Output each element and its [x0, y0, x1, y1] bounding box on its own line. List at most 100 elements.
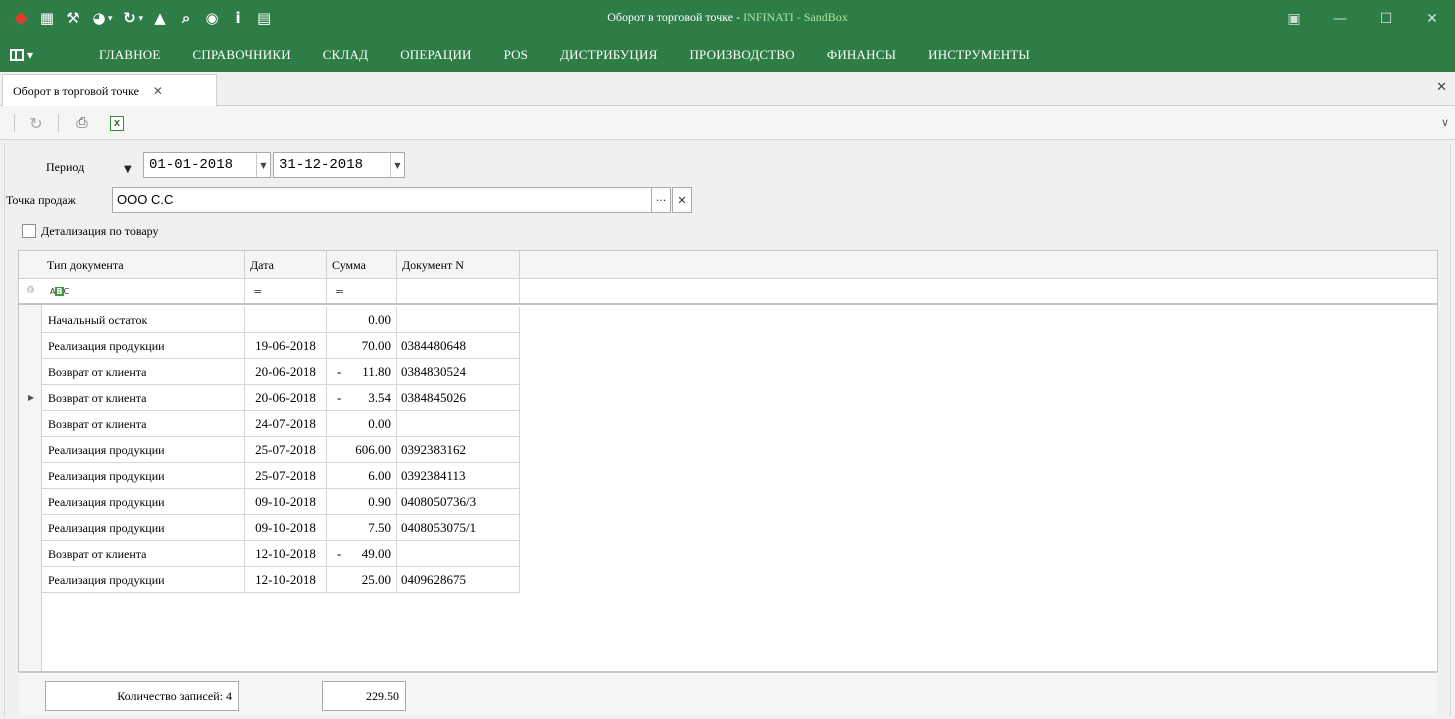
cell-date[interactable]: 25-07-2018 — [245, 437, 327, 462]
menu-item-warehouse[interactable]: СКЛАД — [323, 47, 368, 63]
cell-sum[interactable]: - 49.00 — [327, 541, 397, 566]
cell-date[interactable]: 25-07-2018 — [245, 463, 327, 488]
cell-doc-type[interactable]: Реализация продукции — [42, 489, 245, 514]
minimize-button[interactable]: — — [1317, 0, 1363, 38]
print-icon[interactable]: ⎙ — [72, 113, 92, 133]
table-row[interactable]: Возврат от клиента 24-07-2018 0.00 — [42, 411, 520, 437]
cell-date[interactable]: 20-06-2018 — [245, 359, 327, 384]
table-row[interactable]: Начальный остаток 0.00 — [42, 307, 520, 333]
tab-turnover[interactable]: Оборот в торговой точке ✕ — [2, 74, 217, 107]
cell-doc-number[interactable]: 0408053075/1 — [397, 515, 520, 540]
cell-doc-number[interactable]: 0384830524 — [397, 359, 520, 384]
date-to-dropdown-icon[interactable]: ▼ — [390, 153, 404, 177]
toolbar-separator — [58, 114, 59, 132]
cell-doc-type[interactable]: Возврат от клиента — [42, 541, 245, 566]
cell-date[interactable]: 20-06-2018 — [245, 385, 327, 410]
cell-doc-number[interactable]: 0384845026 — [397, 385, 520, 410]
cell-date[interactable]: 19-06-2018 — [245, 333, 327, 358]
cell-doc-number[interactable] — [397, 411, 520, 436]
grid-footer: Количество записей: 4 229.50 — [19, 672, 1437, 716]
cell-date[interactable]: 09-10-2018 — [245, 515, 327, 540]
restore-layout-button[interactable]: ▣ — [1271, 0, 1317, 38]
toolbar-expand-chevron-icon[interactable]: ∨ — [1441, 116, 1449, 129]
maximize-button[interactable]: ☐ — [1363, 0, 1409, 38]
menu-item-tools[interactable]: ИНСТРУМЕНТЫ — [928, 47, 1030, 63]
cell-date[interactable]: 09-10-2018 — [245, 489, 327, 514]
cell-doc-type[interactable]: Реализация продукции — [42, 333, 245, 358]
cell-sum[interactable]: 606.00 — [327, 437, 397, 462]
table-row[interactable]: Возврат от клиента 12-10-2018- 49.00 — [42, 541, 520, 567]
period-dropdown-icon[interactable]: ▼ — [124, 164, 132, 175]
column-header-doc-number[interactable]: Документ N — [397, 251, 520, 279]
cell-doc-type[interactable]: Реализация продукции — [42, 567, 245, 592]
cell-sum[interactable]: 6.00 — [327, 463, 397, 488]
cell-sum[interactable]: 70.00 — [327, 333, 397, 358]
column-header-doc-type[interactable]: Тип документа — [42, 251, 245, 279]
menu-item-main[interactable]: ГЛАВНОЕ — [99, 47, 161, 63]
table-row[interactable]: Возврат от клиента 20-06-2018- 3.54 0384845… — [42, 385, 520, 411]
date-from-value[interactable]: 01-01-2018 — [144, 157, 256, 173]
cell-doc-type[interactable]: Реализация продукции — [42, 437, 245, 462]
cell-doc-number[interactable]: 0392384113 — [397, 463, 520, 488]
date-from-field[interactable]: 01-01-2018 ▼ — [143, 152, 271, 178]
tab-close-icon[interactable]: ✕ — [153, 84, 163, 98]
cell-sum[interactable]: 0.90 — [327, 489, 397, 514]
column-header-sum[interactable]: Сумма — [327, 251, 397, 279]
table-row[interactable]: Реализация продукции 12-10-2018 25.00 04096… — [42, 567, 520, 593]
cell-doc-type[interactable]: Возврат от клиента — [42, 411, 245, 436]
table-row[interactable]: Реализация продукции 19-06-2018 70.00 03844… — [42, 333, 520, 359]
cell-sum[interactable]: - 11.80 — [327, 359, 397, 384]
cell-doc-type[interactable]: Начальный остаток — [42, 307, 245, 332]
menu-item-references[interactable]: СПРАВОЧНИКИ — [193, 47, 291, 63]
window-title-text: Оборот в торговой точке — [607, 10, 734, 24]
table-row[interactable]: Реализация продукции 25-07-2018 606.00 0392… — [42, 437, 520, 463]
cell-sum[interactable]: 7.50 — [327, 515, 397, 540]
detail-by-product-checkbox[interactable] — [22, 224, 36, 238]
cell-doc-type[interactable]: Реализация продукции — [42, 515, 245, 540]
cell-sum[interactable]: 0.00 — [327, 307, 397, 332]
refresh-data-icon[interactable]: ↻ — [26, 113, 46, 133]
cell-doc-number[interactable]: 0409628675 — [397, 567, 520, 592]
date-from-dropdown-icon[interactable]: ▼ — [256, 153, 270, 177]
column-header-date[interactable]: Дата — [245, 251, 327, 279]
cell-sum[interactable]: 0.00 — [327, 411, 397, 436]
date-to-field[interactable]: 31-12-2018 ▼ — [273, 152, 405, 178]
cell-doc-number[interactable]: 0408050736/3 — [397, 489, 520, 514]
filter-doc-type[interactable]: ABC — [42, 279, 245, 303]
cell-sum-value: 0.00 — [368, 416, 391, 431]
cell-doc-number[interactable]: 0384480648 — [397, 333, 520, 358]
cell-date[interactable]: 24-07-2018 — [245, 411, 327, 436]
point-of-sale-input[interactable]: ООО С.С — [112, 187, 652, 213]
menu-item-pos[interactable]: POS — [504, 47, 528, 63]
cell-date[interactable] — [245, 307, 327, 332]
menu-item-distribution[interactable]: ДИСТРИБУЦИЯ — [560, 47, 657, 63]
excel-export-icon[interactable] — [110, 116, 124, 131]
menu-toggle-button[interactable]: ▾ — [10, 46, 50, 64]
table-row[interactable]: Реализация продукции 09-10-2018 7.50 040805… — [42, 515, 520, 541]
cell-date[interactable]: 12-10-2018 — [245, 541, 327, 566]
browse-point-button[interactable]: ··· — [651, 187, 671, 213]
table-row[interactable]: Возврат от клиента 20-06-2018- 11.80 038483… — [42, 359, 520, 385]
date-to-value[interactable]: 31-12-2018 — [274, 157, 390, 173]
cell-date[interactable]: 12-10-2018 — [245, 567, 327, 592]
cell-sum[interactable]: - 3.54 — [327, 385, 397, 410]
menu-item-production[interactable]: ПРОИЗВОДСТВО — [689, 47, 794, 63]
filter-sum[interactable]: = — [327, 279, 397, 303]
cell-doc-number[interactable]: 0392383162 — [397, 437, 520, 462]
menu-item-finance[interactable]: ФИНАНСЫ — [827, 47, 896, 63]
filter-date[interactable]: = — [245, 279, 327, 303]
menu-item-operations[interactable]: ОПЕРАЦИИ — [400, 47, 471, 63]
cell-doc-type[interactable]: Реализация продукции — [42, 463, 245, 488]
close-all-tabs-icon[interactable]: ✕ — [1436, 80, 1447, 95]
cell-doc-number[interactable] — [397, 307, 520, 332]
table-row[interactable]: Реализация продукции 09-10-2018 0.90 040805… — [42, 489, 520, 515]
cell-doc-type[interactable]: Возврат от клиента — [42, 359, 245, 384]
pin-icon[interactable]: ♲ — [26, 285, 35, 296]
cell-doc-type[interactable]: Возврат от клиента — [42, 385, 245, 410]
filter-doc-number[interactable] — [397, 279, 520, 303]
cell-doc-number[interactable] — [397, 541, 520, 566]
cell-sum[interactable]: 25.00 — [327, 567, 397, 592]
close-window-button[interactable]: ✕ — [1409, 0, 1455, 38]
clear-point-button[interactable]: ✕ — [672, 187, 692, 213]
table-row[interactable]: Реализация продукции 25-07-2018 6.00 039238… — [42, 463, 520, 489]
